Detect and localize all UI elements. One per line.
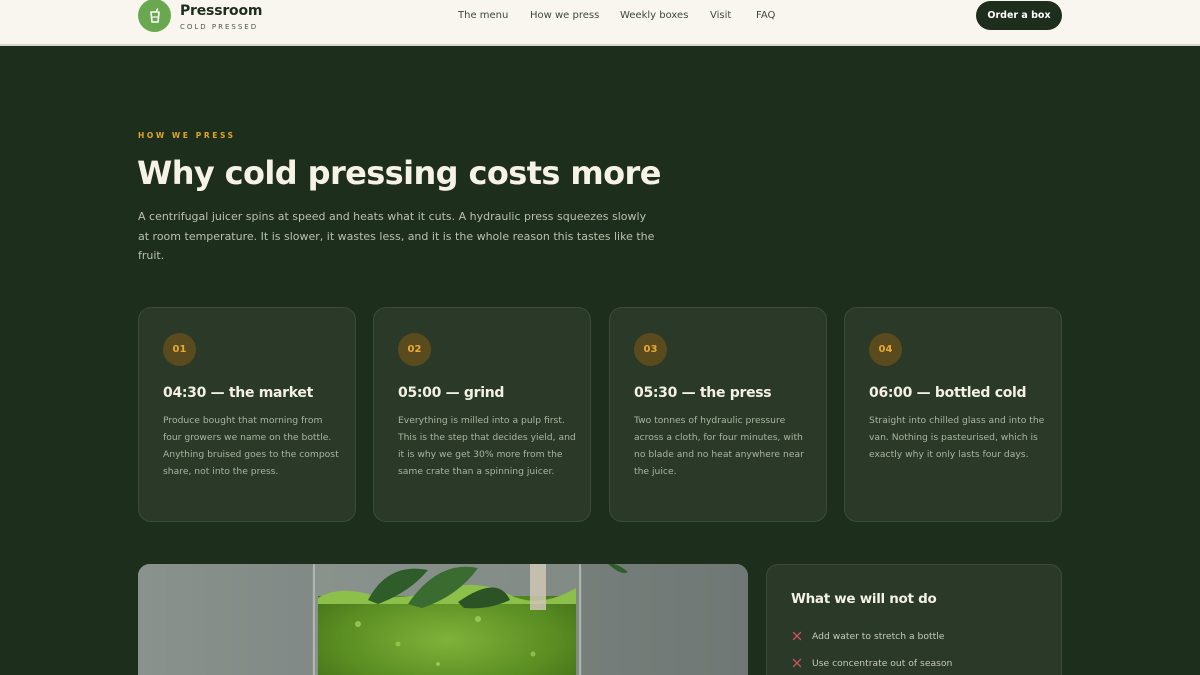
cup-icon <box>149 7 160 23</box>
step-card-market: 01 04:30 — the market Produce bought tha… <box>138 307 356 522</box>
juice-glass-illustration <box>138 564 748 675</box>
step-title: 04:30 — the market <box>163 385 314 401</box>
step-number: 02 <box>398 333 431 366</box>
brand-name[interactable]: Pressroom <box>180 3 262 19</box>
brand-tagline: COLD PRESSED <box>180 23 259 31</box>
cross-icon <box>792 658 802 668</box>
step-card-press: 03 05:30 — the press Two tonnes of hydra… <box>609 307 827 522</box>
step-description: Everything is milled into a pulp first. … <box>398 415 576 477</box>
order-box-button[interactable]: Order a box <box>976 1 1062 30</box>
intro-paragraph: A centrifugal juicer spins at speed and … <box>138 210 655 262</box>
cross-icon <box>792 631 802 641</box>
step-card-bottled: 04 06:00 — bottled cold Straight into ch… <box>844 307 1062 522</box>
panel-title: What we will not do <box>791 591 937 607</box>
logo[interactable] <box>138 0 171 32</box>
nav-link-faq[interactable]: FAQ <box>756 10 775 24</box>
nav-link-weekly-boxes[interactable]: Weekly boxes <box>620 10 688 24</box>
not-do-panel: What we will not do Add water to stretch… <box>766 564 1062 675</box>
step-title: 05:00 — grind <box>398 385 505 401</box>
list-item: Add water to stretch a bottle <box>791 629 1051 643</box>
step-title: 05:30 — the press <box>634 385 772 401</box>
list-item: Use concentrate out of season <box>791 656 1051 670</box>
page-title: Why cold pressing costs more <box>137 154 661 192</box>
list-item-label: Use concentrate out of season <box>812 657 953 669</box>
step-number: 04 <box>869 333 902 366</box>
step-description: Produce bought that morning from four gr… <box>163 415 339 477</box>
step-description: Straight into chilled glass and into the… <box>869 415 1045 460</box>
section-eyebrow: HOW WE PRESS <box>138 131 236 140</box>
nav-link-visit[interactable]: Visit <box>710 10 731 24</box>
nav-link-how-we-press[interactable]: How we press <box>530 10 599 24</box>
step-number: 01 <box>163 333 196 366</box>
green-juice-photo <box>138 564 748 675</box>
nav-link-menu[interactable]: The menu <box>458 10 508 24</box>
step-title: 06:00 — bottled cold <box>869 385 1027 401</box>
site-header: Pressroom COLD PRESSED The menu How we p… <box>0 0 1200 46</box>
step-description: Two tonnes of hydraulic pressure across … <box>634 415 804 477</box>
step-card-grind: 02 05:00 — grind Everything is milled in… <box>373 307 591 522</box>
list-item-label: Add water to stretch a bottle <box>812 630 945 642</box>
step-number: 03 <box>634 333 667 366</box>
